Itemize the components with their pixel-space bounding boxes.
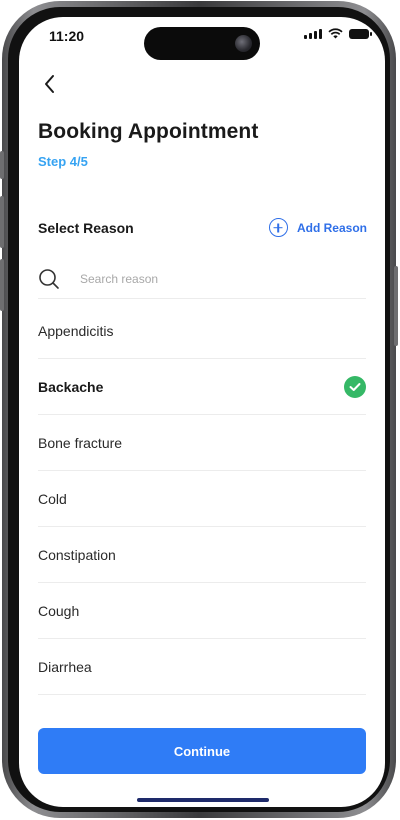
side-button-right	[394, 266, 398, 346]
plus-circle-icon	[268, 218, 288, 237]
side-button-left-3	[0, 259, 4, 311]
list-item-label: Constipation	[38, 546, 116, 563]
camera-icon	[235, 35, 252, 52]
side-button-left-1	[0, 151, 4, 179]
screen: 11:20 Booking Appointment Step 4/5 Selec…	[19, 17, 385, 807]
list-item-label: Bone fracture	[38, 434, 123, 451]
list-item[interactable]: Diarrhea	[38, 639, 366, 695]
check-circle-icon	[344, 375, 366, 398]
list-item-label: Appendicitis	[38, 322, 114, 339]
list-item[interactable]: Appendicitis	[38, 303, 366, 359]
list-item-label: Backache	[38, 378, 104, 395]
phone-frame: 11:20 Booking Appointment Step 4/5 Selec…	[0, 1, 398, 818]
list-item[interactable]: Cold	[38, 471, 366, 527]
back-arrow-icon[interactable]	[39, 73, 61, 95]
wifi-icon	[328, 28, 343, 39]
list-item[interactable]: Cough	[38, 583, 366, 639]
page-title: Booking Appointment	[38, 120, 259, 143]
reason-list: Appendicitis Backache Bone fracture Cold…	[38, 303, 366, 695]
status-icons	[304, 28, 372, 39]
step-indicator: Step 4/5	[38, 154, 88, 169]
search-input[interactable]	[78, 271, 322, 287]
add-reason-button[interactable]: Add Reason	[268, 218, 367, 237]
section-label: Select Reason	[38, 220, 134, 236]
add-reason-label: Add Reason	[296, 220, 367, 235]
status-time: 11:20	[49, 28, 85, 44]
list-item-selected[interactable]: Backache	[38, 359, 366, 415]
list-item-label: Cold	[38, 490, 67, 507]
home-indicator	[137, 798, 269, 802]
list-item[interactable]: Bone fracture	[38, 415, 366, 471]
side-button-left-2	[0, 196, 4, 248]
battery-icon	[349, 28, 372, 39]
list-item-label: Diarrhea	[38, 658, 92, 675]
continue-button[interactable]: Continue	[38, 728, 366, 774]
signal-icon	[304, 28, 322, 39]
list-item-label: Cough	[38, 602, 80, 619]
search-icon	[39, 269, 59, 289]
list-item[interactable]: Constipation	[38, 527, 366, 583]
search-bar	[38, 260, 366, 299]
dynamic-island	[144, 27, 260, 60]
